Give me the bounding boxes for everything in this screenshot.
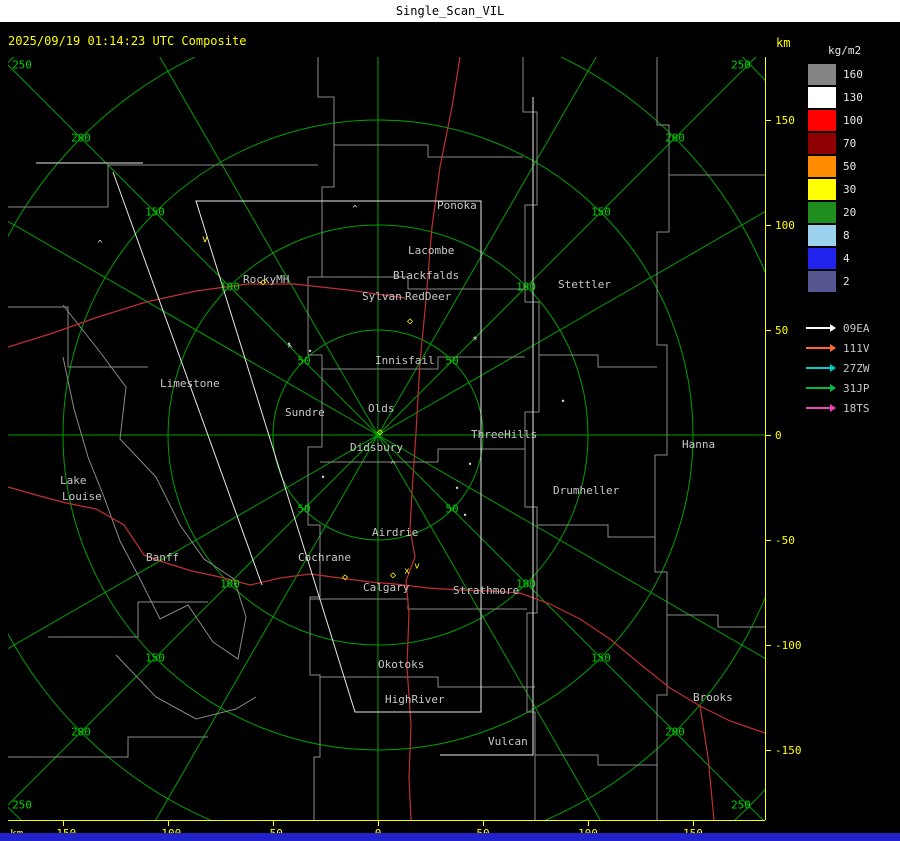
bottom-axis-tick: [378, 821, 379, 826]
radar-legend-row: 31JP: [806, 378, 870, 398]
right-axis-tick: [766, 330, 771, 331]
bottom-axis-tick: [693, 821, 694, 826]
right-axis-tick-label: 0: [775, 429, 782, 442]
colorbar-swatch: [808, 248, 836, 269]
radar-arrowhead-icon: [830, 364, 836, 372]
highways: [8, 57, 765, 820]
right-axis-tick: [766, 645, 771, 646]
radar-arrow-icon: [806, 367, 830, 369]
radar-id-label: 111V: [843, 341, 870, 355]
right-axis-tick-label: -50: [775, 534, 795, 547]
radar-sector-outline: [36, 97, 534, 756]
colorbar-swatch: [808, 225, 836, 246]
colorbar-row: 20: [808, 201, 900, 224]
taskbar-strip: [0, 833, 900, 841]
colorbar-swatch: [808, 179, 836, 200]
colorbar-row: 100: [808, 109, 900, 132]
radar-arrow-icon: [806, 407, 830, 409]
bottom-axis-tick: [168, 821, 169, 826]
colorbar-unit: kg/m2: [828, 44, 862, 57]
right-axis-tick-label: -100: [775, 639, 802, 652]
right-axis-tick: [766, 120, 771, 121]
colorbar-row: 160: [808, 63, 900, 86]
colorbar-value: 2: [843, 275, 850, 288]
colorbar-swatch: [808, 156, 836, 177]
colorbar-value: 70: [843, 137, 857, 150]
colorbar-row: 130: [808, 86, 900, 109]
radar-legend-row: 09EA: [806, 318, 870, 338]
radar-id-label: 09EA: [843, 321, 870, 335]
colorbar-row: 2: [808, 270, 900, 293]
radar-arrow-icon: [806, 347, 830, 349]
radar-id-label: 18TS: [843, 401, 870, 415]
range-rings: [8, 57, 765, 820]
colorbar-row: 50: [808, 155, 900, 178]
right-axis-tick-label: -150: [775, 744, 802, 757]
colorbar-value: 100: [843, 114, 863, 127]
colorbar-swatch: [808, 202, 836, 223]
right-axis-tick: [766, 225, 771, 226]
right-axis: 150 100 50 0 -50 -100 -150: [765, 57, 806, 820]
colorbar: kg/m2 160 130 100 70 50 30 20 8 4 2: [808, 44, 900, 293]
radar-id-label: 31JP: [843, 381, 870, 395]
radar-legend-row: 111V: [806, 338, 870, 358]
colorbar-row: 8: [808, 224, 900, 247]
radar-arrow-icon: [806, 327, 830, 329]
bottom-axis-tick: [483, 821, 484, 826]
right-axis-tick-label: 100: [775, 219, 795, 232]
colorbar-swatch: [808, 271, 836, 292]
colorbar-value: 4: [843, 252, 850, 265]
colorbar-value: 8: [843, 229, 850, 242]
colorbar-row: 4: [808, 247, 900, 270]
bottom-axis-tick: [63, 821, 64, 826]
right-axis-tick-label: 150: [775, 114, 795, 127]
right-axis-tick: [766, 750, 771, 751]
county-boundaries: [8, 57, 765, 820]
radar-arrowhead-icon: [830, 384, 836, 392]
colorbar-swatch: [808, 64, 836, 85]
bottom-axis-tick: [588, 821, 589, 826]
bottom-axis-tick: [273, 821, 274, 826]
title-bar: Single_Scan_VIL: [0, 0, 900, 22]
radar-arrowhead-icon: [830, 404, 836, 412]
right-axis-unit: km: [776, 36, 791, 50]
colorbar-swatch: [808, 87, 836, 108]
colorbar-value: 30: [843, 183, 857, 196]
colorbar-swatch: [808, 110, 836, 131]
right-axis-tick-label: 50: [775, 324, 789, 337]
colorbar-value: 130: [843, 91, 863, 104]
colorbar-value: 160: [843, 68, 863, 81]
timestamp: 2025/09/19 01:14:23 UTC Composite: [8, 34, 247, 48]
colorbar-swatch: [808, 133, 836, 154]
radar-arrowhead-icon: [830, 344, 836, 352]
map-graphics: [8, 57, 765, 820]
window-title: Single_Scan_VIL: [395, 4, 505, 18]
right-axis-tick: [766, 540, 771, 541]
right-axis-tick: [766, 435, 771, 436]
colorbar-row: 30: [808, 178, 900, 201]
colorbar-entries: 160 130 100 70 50 30 20 8 4 2: [808, 63, 900, 293]
radar-legend-row: 18TS: [806, 398, 870, 418]
radar-arrow-icon: [806, 387, 830, 389]
radar-legend: 09EA 111V 27ZW 31JP 18TS: [806, 318, 870, 418]
colorbar-row: 70: [808, 132, 900, 155]
colorbar-value: 50: [843, 160, 857, 173]
radar-arrowhead-icon: [830, 324, 836, 332]
map-canvas[interactable]: 250 200 150 100 50 250 200 150 100 50 25…: [8, 57, 765, 820]
radar-id-label: 27ZW: [843, 361, 870, 375]
colorbar-value: 20: [843, 206, 857, 219]
radar-legend-row: 27ZW: [806, 358, 870, 378]
